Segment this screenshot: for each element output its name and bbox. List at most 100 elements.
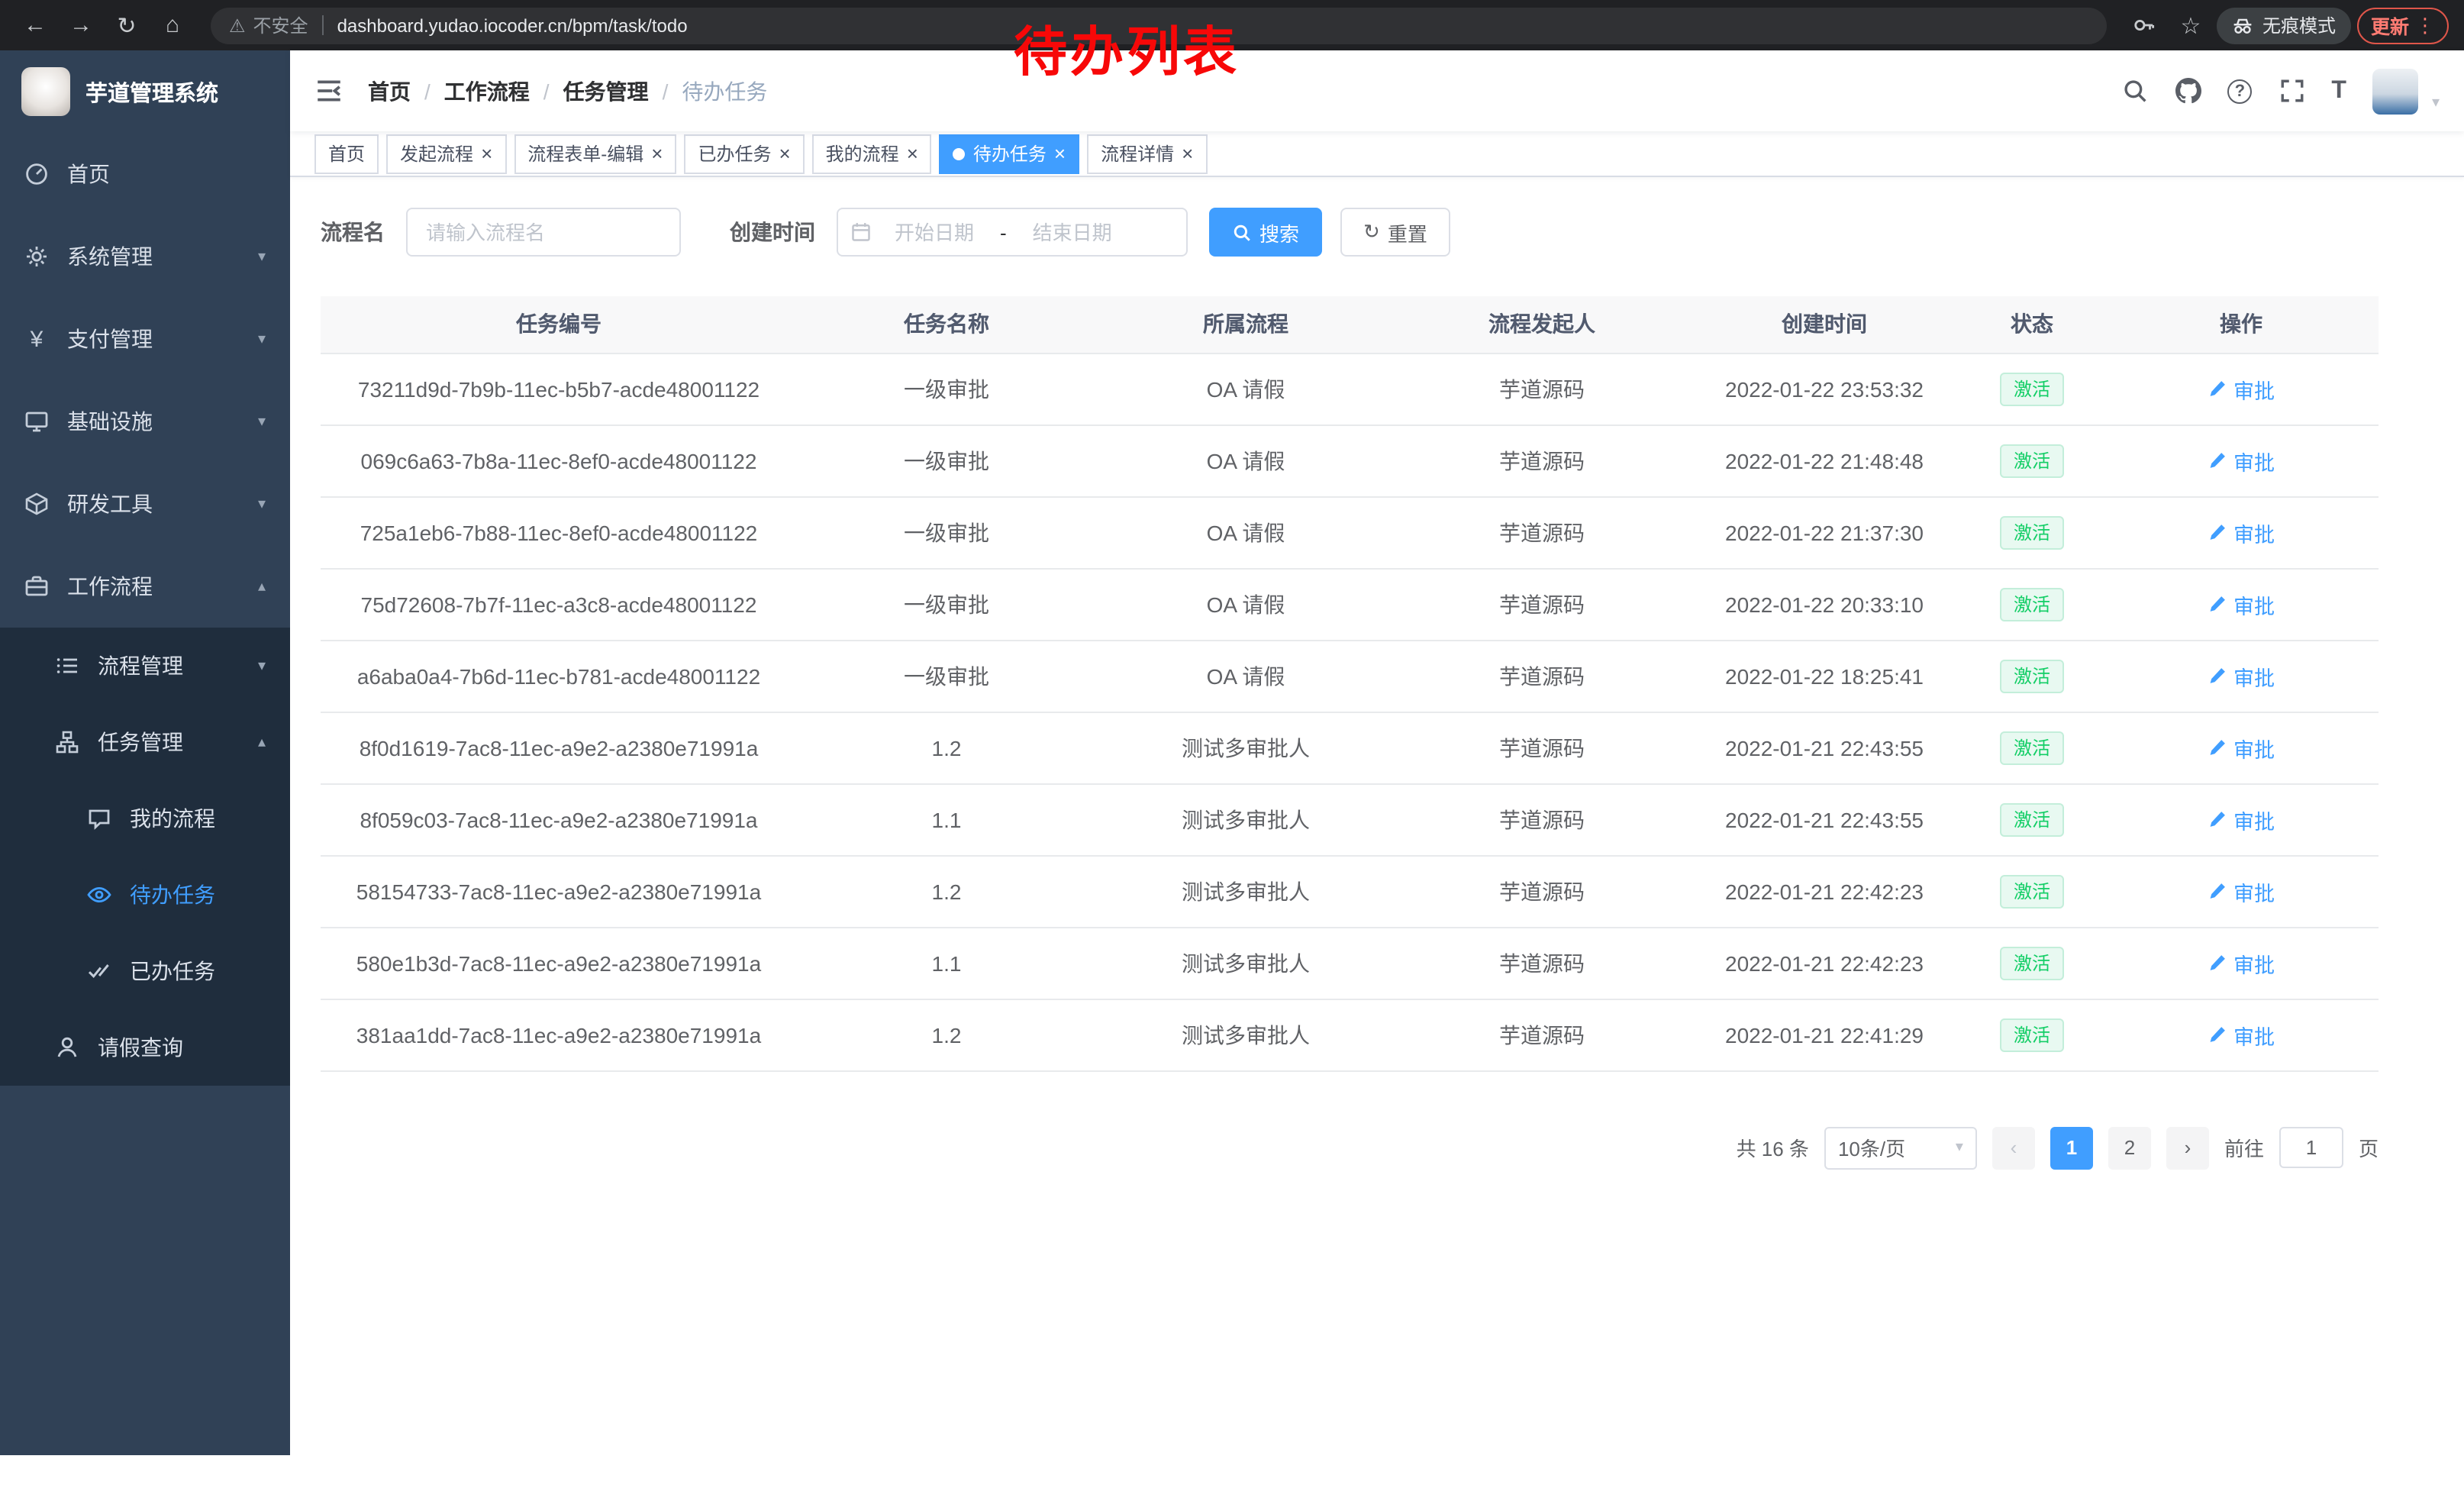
tab-my-process[interactable]: 我的流程 × [812, 134, 932, 173]
github-icon[interactable] [2174, 77, 2201, 105]
sidebar-toggle-icon[interactable] [314, 76, 343, 105]
cell-actions: 审批 [2104, 855, 2379, 927]
cell-status: 激活 [1960, 999, 2104, 1070]
sidebar-item-devtools[interactable]: 研发工具 ▾ [0, 463, 290, 545]
goto-page-input[interactable] [2279, 1127, 2343, 1168]
sidebar-item-payment[interactable]: ¥ 支付管理 ▾ [0, 298, 290, 380]
table-row: 58154733-7ac8-11ec-a9e2-a2380e71991a 1.2… [321, 855, 2379, 927]
cell-actions: 审批 [2104, 496, 2379, 568]
sidebar-item-workflow[interactable]: 工作流程 ▴ [0, 545, 290, 628]
help-icon[interactable]: ? [2227, 79, 2252, 103]
table-row: 580e1b3d-7ac8-11ec-a9e2-a2380e71991a 1.1… [321, 927, 2379, 999]
tab-process-detail[interactable]: 流程详情 × [1087, 134, 1207, 173]
start-date-input[interactable] [875, 221, 994, 244]
sidebar-item-label: 首页 [67, 159, 110, 189]
end-date-input[interactable] [1013, 221, 1132, 244]
cell-process: 测试多审批人 [1096, 712, 1395, 783]
address-bar[interactable]: ⚠ 不安全 dashboard.yudao.iocoder.cn/bpm/tas… [211, 7, 2107, 44]
approve-link[interactable]: 审批 [2208, 373, 2275, 404]
approve-link[interactable]: 审批 [2208, 517, 2275, 547]
avatar-caret-icon[interactable]: ▾ [2432, 94, 2440, 114]
approve-link[interactable]: 审批 [2208, 947, 2275, 978]
status-badge: 激活 [2000, 731, 2064, 764]
close-icon[interactable]: × [651, 144, 663, 163]
approve-link[interactable]: 审批 [2208, 804, 2275, 834]
font-size-icon[interactable]: T [2331, 77, 2346, 105]
tab-start-process[interactable]: 发起流程 × [386, 134, 506, 173]
approve-link[interactable]: 审批 [2208, 876, 2275, 906]
sidebar-item-done-tasks[interactable]: 已办任务 [0, 933, 290, 1009]
page-button-1[interactable]: 1 [2050, 1126, 2093, 1169]
dashboard-icon [24, 162, 49, 186]
sidebar-item-todo-tasks[interactable]: 待办任务 [0, 857, 290, 933]
cell-task-id: a6aba0a4-7b6d-11ec-b781-acde48001122 [321, 640, 797, 712]
screen: ← → ↻ ⌂ ⚠ 不安全 dashboard.yudao.iocoder.cn… [0, 0, 2464, 1501]
search-button[interactable]: 搜索 [1209, 208, 1322, 257]
edit-icon [2208, 666, 2227, 686]
page-button-2[interactable]: 2 [2108, 1126, 2151, 1169]
process-name-input[interactable] [406, 208, 681, 257]
search-icon [1232, 222, 1252, 242]
sidebar-item-task-management[interactable]: 任务管理 ▴ [0, 704, 290, 780]
sidebar-item-my-process[interactable]: 我的流程 [0, 780, 290, 857]
breadcrumb-item[interactable]: 工作流程 [444, 76, 530, 106]
approve-link[interactable]: 审批 [2208, 445, 2275, 476]
sidebar-item-leave-query[interactable]: 请假查询 [0, 1009, 290, 1086]
breadcrumb-item[interactable]: 首页 [368, 76, 411, 106]
sidebar-item-system[interactable]: 系统管理 ▾ [0, 215, 290, 298]
forward-icon[interactable]: → [61, 5, 101, 45]
tab-done-tasks[interactable]: 已办任务 × [684, 134, 804, 173]
close-icon[interactable]: × [779, 144, 790, 163]
sidebar-item-label: 我的流程 [130, 803, 215, 834]
bookmark-star-icon[interactable]: ☆ [2171, 5, 2211, 45]
breadcrumb-item[interactable]: 任务管理 [563, 76, 649, 106]
update-button[interactable]: 更新 ⋮ [2357, 7, 2449, 44]
sidebar-item-infrastructure[interactable]: 基础设施 ▾ [0, 380, 290, 463]
app-logo[interactable]: 芋道管理系统 [0, 50, 290, 133]
cell-status: 激活 [1960, 927, 2104, 999]
approve-link[interactable]: 审批 [2208, 732, 2275, 763]
cell-create-time: 2022-01-21 22:42:23 [1688, 855, 1960, 927]
cell-task-name: 1.1 [797, 927, 1096, 999]
next-page-button[interactable]: › [2166, 1126, 2209, 1169]
key-icon[interactable] [2125, 5, 2165, 45]
home-icon[interactable]: ⌂ [153, 5, 192, 45]
close-icon[interactable]: × [1054, 144, 1066, 163]
cube-icon [24, 492, 49, 516]
column-starter: 流程发起人 [1395, 296, 1688, 353]
tab-label: 已办任务 [698, 140, 771, 166]
sidebar-item-home[interactable]: 首页 [0, 133, 290, 215]
page-size-select[interactable]: 10条/页 ▾ [1824, 1126, 1977, 1169]
approve-link[interactable]: 审批 [2208, 589, 2275, 619]
edit-icon [2208, 881, 2227, 901]
reset-button[interactable]: ↻ 重置 [1340, 208, 1450, 257]
close-icon[interactable]: × [481, 144, 492, 163]
approve-label: 审批 [2233, 1019, 2275, 1050]
cell-process: OA 请假 [1096, 568, 1395, 640]
search-icon[interactable] [2121, 77, 2148, 105]
fullscreen-icon[interactable] [2278, 77, 2305, 105]
approve-link[interactable]: 审批 [2208, 660, 2275, 691]
date-range-picker[interactable]: - [837, 208, 1188, 257]
cell-process: OA 请假 [1096, 496, 1395, 568]
column-create-time: 创建时间 [1688, 296, 1960, 353]
close-icon[interactable]: × [1182, 144, 1193, 163]
status-badge: 激活 [2000, 587, 2064, 621]
breadcrumb-separator: / [543, 79, 550, 103]
cell-task-id: 8f059c03-7ac8-11ec-a9e2-a2380e71991a [321, 783, 797, 855]
tab-todo-tasks[interactable]: 待办任务 × [940, 134, 1079, 173]
sidebar-item-label: 任务管理 [98, 727, 183, 757]
cell-task-name: 一级审批 [797, 353, 1096, 424]
avatar[interactable] [2372, 68, 2418, 114]
app-window: 芋道管理系统 首页 系统管理 ▾ ¥ 支付管理 ▾ 基础设施 ▾ [0, 50, 2464, 1455]
tab-home[interactable]: 首页 [314, 134, 379, 173]
back-icon[interactable]: ← [15, 5, 55, 45]
sidebar-item-process-management[interactable]: 流程管理 ▾ [0, 628, 290, 704]
approve-link[interactable]: 审批 [2208, 1019, 2275, 1050]
browser-menu-icon[interactable]: ⋮ [2415, 13, 2435, 37]
close-icon[interactable]: × [907, 144, 918, 163]
reload-icon[interactable]: ↻ [107, 5, 147, 45]
tab-process-form-edit[interactable]: 流程表单-编辑 × [514, 134, 676, 173]
prev-page-button[interactable]: ‹ [1992, 1126, 2035, 1169]
sidebar-item-label: 流程管理 [98, 650, 183, 681]
